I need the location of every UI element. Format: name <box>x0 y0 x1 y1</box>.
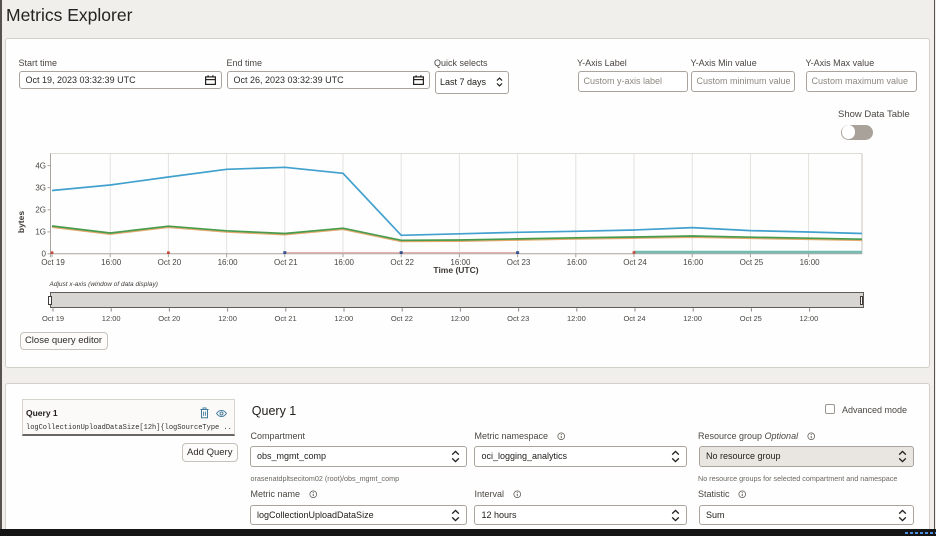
svg-text:16:00: 16:00 <box>218 258 239 267</box>
svg-text:2G: 2G <box>35 206 46 215</box>
svg-text:Oct 21: Oct 21 <box>274 258 298 267</box>
svg-text:16:00: 16:00 <box>101 258 122 267</box>
svg-text:Oct 20: Oct 20 <box>158 258 182 267</box>
svg-text:Time (UTC): Time (UTC) <box>433 265 478 275</box>
svg-text:16:00: 16:00 <box>567 258 588 267</box>
svg-text:Oct 25: Oct 25 <box>740 258 764 267</box>
svg-text:16:00: 16:00 <box>334 258 355 267</box>
svg-text:bytes: bytes <box>16 211 26 233</box>
svg-text:1G: 1G <box>35 228 46 237</box>
svg-text:Oct 22: Oct 22 <box>390 258 414 267</box>
svg-text:Oct 24: Oct 24 <box>623 258 647 267</box>
svg-text:3G: 3G <box>35 184 46 193</box>
svg-text:16:00: 16:00 <box>683 258 704 267</box>
svg-text:Oct 23: Oct 23 <box>507 258 531 267</box>
svg-text:4G: 4G <box>35 161 46 170</box>
svg-text:Oct 19: Oct 19 <box>41 258 65 267</box>
svg-text:16:00: 16:00 <box>800 258 821 267</box>
